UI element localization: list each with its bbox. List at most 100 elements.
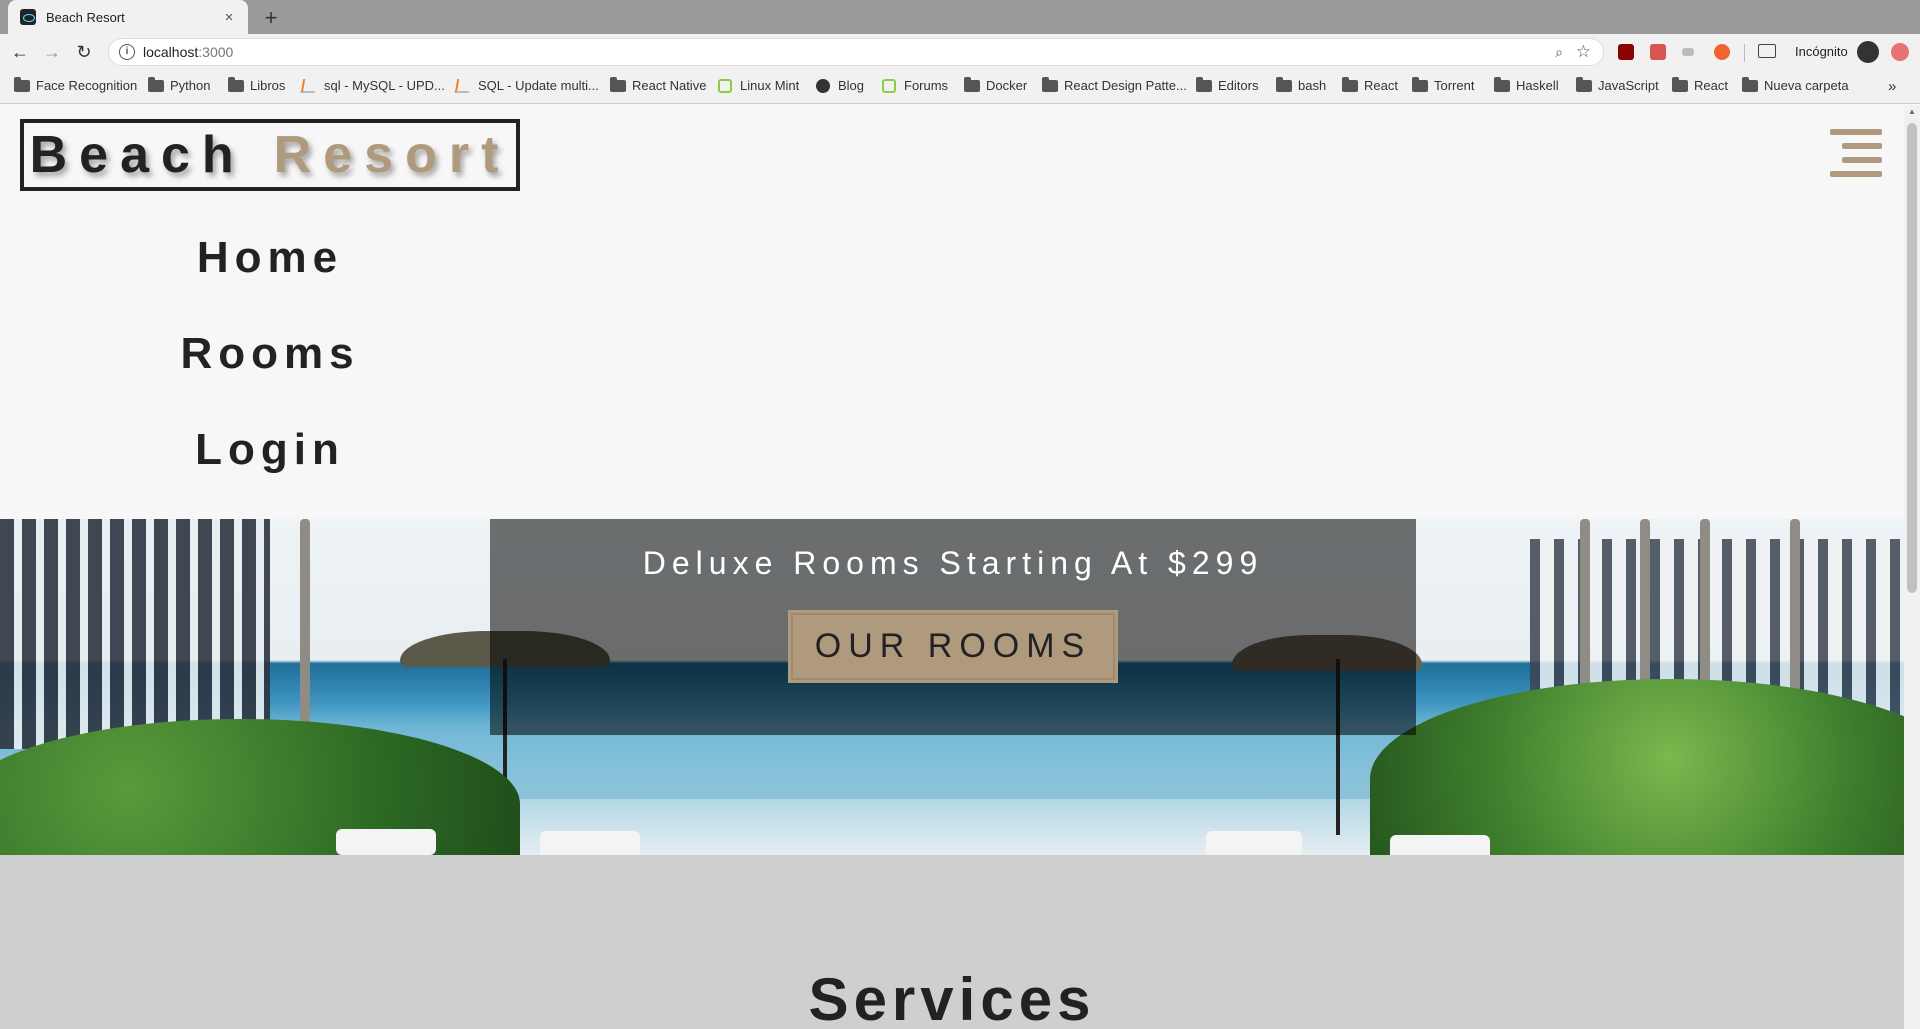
bookmark-item[interactable]: Torrent (1412, 76, 1475, 93)
folder-icon (1276, 76, 1292, 92)
tab-title: Beach Resort (46, 9, 125, 25)
hero-building-left (0, 519, 270, 749)
tab-strip: Beach Resort × + (0, 0, 1920, 34)
bookmark-label: JavaScript (1598, 78, 1659, 93)
folder-icon (964, 76, 980, 92)
bookmark-item[interactable]: React (1342, 76, 1398, 93)
folder-icon (1042, 76, 1058, 92)
url-port: :3000 (198, 44, 234, 60)
extension-icon[interactable] (1682, 48, 1694, 56)
logo-word-resort: Resort (273, 126, 511, 184)
zoom-icon[interactable]: ⌕ (1555, 44, 1563, 61)
bookmark-label: SQL - Update multi... (478, 78, 599, 93)
bookmark-label: Haskell (1516, 78, 1559, 93)
bookmark-label: React (1364, 78, 1398, 93)
folder-icon (1196, 76, 1212, 92)
extension-icon[interactable] (1714, 44, 1730, 60)
bookmark-star-icon[interactable]: ☆ (1576, 42, 1591, 62)
site-info-icon[interactable]: i (119, 44, 135, 60)
bookmark-item[interactable]: Face Recognition (14, 76, 138, 93)
bookmark-label: Python (170, 78, 211, 93)
folder-icon (1742, 76, 1758, 92)
logo-word-beach: Beach (29, 126, 246, 184)
browser-tab[interactable]: Beach Resort × (8, 0, 248, 34)
bookmark-item[interactable]: JavaScript (1576, 76, 1659, 93)
bookmark-label: Forums (904, 78, 949, 93)
bookmark-item[interactable]: Blog (816, 78, 864, 93)
url-host: localhost (143, 44, 199, 60)
bookmark-item[interactable]: Libros (228, 76, 286, 93)
bookmark-item[interactable]: Python (148, 76, 211, 93)
bookmark-label: React Native (632, 78, 707, 93)
scroll-up-icon[interactable]: ▲ (1908, 107, 1916, 116)
folder-icon (1576, 76, 1592, 92)
bookmark-item[interactable]: Editors (1196, 76, 1259, 93)
bookmark-item[interactable]: Nueva carpeta (1742, 76, 1849, 93)
bookmark-label: Editors (1218, 78, 1259, 93)
folder-icon (14, 76, 30, 92)
bookmark-label: Nueva carpeta (1764, 78, 1849, 93)
bookmark-item[interactable]: React Native (610, 76, 707, 93)
services-section: Services (0, 855, 1904, 1029)
page-viewport: Beach Resort Home Rooms Login Deluxe Roo… (0, 105, 1904, 1029)
folder-icon (1494, 76, 1510, 92)
bookmark-item[interactable]: React Design Patte... (1042, 76, 1187, 93)
hero-lounge-chair (336, 829, 436, 855)
page-scrollbar[interactable]: ▲ (1904, 105, 1920, 1029)
nav-link-rooms[interactable]: Rooms (0, 306, 540, 402)
hero-lounge-chair (1390, 835, 1490, 855)
bookmark-label: React (1694, 78, 1728, 93)
new-tab-button[interactable]: + (260, 5, 282, 31)
folder-icon (610, 76, 626, 92)
url-text[interactable]: localhost:3000 (143, 44, 233, 60)
bookmark-item[interactable]: sql - MySQL - UPD... (300, 78, 445, 93)
hero-subtitle: Deluxe Rooms Starting At $299 (642, 545, 1264, 581)
hamburger-menu-icon[interactable] (1826, 123, 1882, 179)
bookmark-item[interactable]: Haskell (1494, 76, 1559, 93)
bookmark-label: Linux Mint (740, 78, 800, 93)
services-title: Services (808, 966, 1096, 1029)
stackoverflow-icon (300, 78, 318, 93)
nav-link-login[interactable]: Login (0, 402, 540, 498)
profile-icon[interactable] (1891, 43, 1909, 61)
back-icon[interactable]: ← (8, 40, 32, 64)
address-bar[interactable]: i localhost:3000 ⌕ ☆ (108, 38, 1604, 66)
our-rooms-button[interactable]: our rooms (787, 610, 1119, 683)
bookmark-item[interactable]: bash (1276, 76, 1326, 93)
folder-icon (1412, 76, 1428, 92)
folder-icon (1672, 76, 1688, 92)
menu-bar (1830, 129, 1882, 135)
bookmarks-overflow-icon[interactable]: » (1888, 78, 1896, 95)
toolbar-divider (1744, 44, 1745, 62)
ublock-extension-icon[interactable] (1618, 44, 1634, 60)
menu-bar (1842, 157, 1882, 163)
bookmark-item[interactable]: React (1672, 76, 1728, 93)
folder-icon (228, 76, 244, 92)
cast-icon[interactable] (1758, 44, 1776, 58)
bookmark-label: Docker (986, 78, 1028, 93)
forward-icon[interactable]: → (40, 40, 64, 64)
incognito-label: Incógnito (1795, 44, 1848, 59)
bookmark-label: sql - MySQL - UPD... (324, 78, 445, 93)
reload-icon[interactable]: ↻ (72, 40, 96, 64)
bookmark-item[interactable]: Linux Mint (718, 78, 799, 93)
folder-icon (148, 76, 164, 92)
bookmark-label: Face Recognition (36, 78, 138, 93)
scrollbar-thumb[interactable] (1907, 123, 1917, 593)
extension-icon[interactable] (1650, 44, 1666, 60)
incognito-icon[interactable] (1857, 41, 1879, 63)
bookmark-label: Libros (250, 78, 286, 93)
nav-link-home[interactable]: Home (0, 210, 540, 306)
browser-toolbar: ← → ↻ i localhost:3000 ⌕ ☆ Incógnito (0, 34, 1920, 70)
tab-close-button[interactable]: × (220, 9, 238, 26)
bookmark-item[interactable]: Docker (964, 76, 1028, 93)
hero-banner: Deluxe Rooms Starting At $299 our rooms (490, 519, 1416, 735)
bookmark-item[interactable]: Forums (882, 78, 948, 93)
stackoverflow-icon (454, 78, 472, 93)
linux-mint-icon (718, 78, 732, 93)
bookmark-label: Torrent (1434, 78, 1475, 93)
folder-icon (1342, 76, 1358, 92)
hero-section: Deluxe Rooms Starting At $299 our rooms (0, 519, 1904, 855)
bookmark-item[interactable]: SQL - Update multi... (454, 78, 599, 93)
site-logo[interactable]: Beach Resort (20, 119, 520, 191)
